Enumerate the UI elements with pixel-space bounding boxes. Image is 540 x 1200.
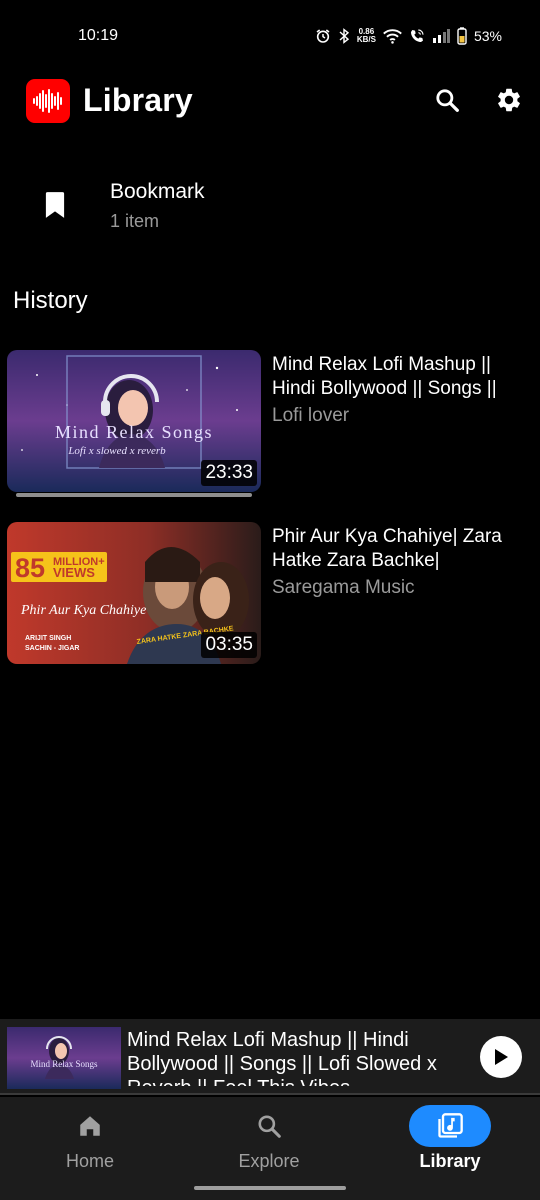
nav-active-indicator [409,1105,491,1147]
thumb-credit-singer: ARIJIT SINGH [25,635,71,642]
bluetooth-icon [338,28,350,44]
watch-progress-bar [16,493,252,497]
mini-player[interactable]: Mind Relax Songs Mind Relax Lofi Mashup … [0,1019,540,1095]
status-icons: 0.86 KB/S 53% [315,26,502,46]
mini-thumb-overlay-title: Mind Relax Songs [30,1059,98,1069]
video-title: Mind Relax Lofi Mashup || Hindi Bollywoo… [272,354,497,399]
wifi-call-icon [409,28,425,44]
nav-label: Explore [238,1151,300,1171]
bookmark-title: Bookmark [110,180,205,203]
signal-icon [432,29,450,43]
thumb-views-number: 85 [15,553,45,583]
status-time: 10:19 [78,27,119,44]
library-music-icon [438,1113,463,1138]
bookmark-icon [45,192,65,218]
play-button[interactable] [480,1036,522,1078]
history-item[interactable]: Mind Relax Songs Lofi x slowed x reverb … [0,350,540,500]
page-title: Library [83,82,193,118]
bookmark-count: 1 item [110,211,160,231]
thumb-overlay-subtitle: Lofi x slowed x reverb [67,445,166,457]
thumb-views-bottom: VIEWS [53,565,95,580]
status-bar: 10:19 0.86 KB/S 53% [0,0,540,72]
audio-wave-logo [26,79,70,123]
nav-item-explore[interactable]: Explore [189,1105,349,1185]
wifi-icon [383,28,402,44]
nav-label: Home [65,1151,114,1171]
video-title: Phir Aur Kya Chahiye| Zara Hatke Zara Ba… [272,526,502,571]
play-icon [495,1049,508,1065]
mini-player-title: Mind Relax Lofi Mashup || Hindi Bollywoo… [127,1029,437,1086]
thumb-credit-composer: SACHIN - JIGAR [25,645,79,652]
nav-label: Library [419,1151,481,1171]
home-icon [80,1116,100,1136]
video-duration: 23:33 [201,460,257,486]
net-speed: 0.86 KB/S [356,27,376,44]
video-duration: 03:35 [201,632,257,658]
video-channel: Saregama Music [272,577,415,598]
battery-icon [457,27,467,45]
history-item[interactable]: 85 MILLION+ VIEWS Phir Aur Kya Chahiye A… [0,522,540,672]
settings-button[interactable] [491,82,527,118]
thumb-script-title: Phir Aur Kya Chahiye [20,603,146,618]
gear-icon [498,88,520,112]
bookmark-row[interactable]: Bookmark 1 item [0,168,540,246]
nav-item-home[interactable]: Home [10,1105,170,1185]
bottom-navigation: Home Explore Library [0,1097,540,1200]
history-heading: History [13,287,88,314]
alarm-icon [315,28,331,44]
video-channel: Lofi lover [272,405,350,426]
video-thumbnail[interactable]: 85 MILLION+ VIEWS Phir Aur Kya Chahiye A… [7,522,261,664]
video-thumbnail[interactable]: Mind Relax Songs Lofi x slowed x reverb … [7,350,261,492]
mini-player-thumbnail: Mind Relax Songs [7,1027,121,1089]
gesture-home-indicator[interactable] [194,1186,346,1190]
app-header: Library [0,72,540,134]
battery-percent: 53% [473,28,502,44]
search-icon [258,1115,281,1138]
search-button[interactable] [429,82,465,118]
nav-item-library[interactable]: Library [370,1105,530,1185]
thumb-overlay-title: Mind Relax Songs [55,422,213,442]
search-icon [436,89,459,112]
